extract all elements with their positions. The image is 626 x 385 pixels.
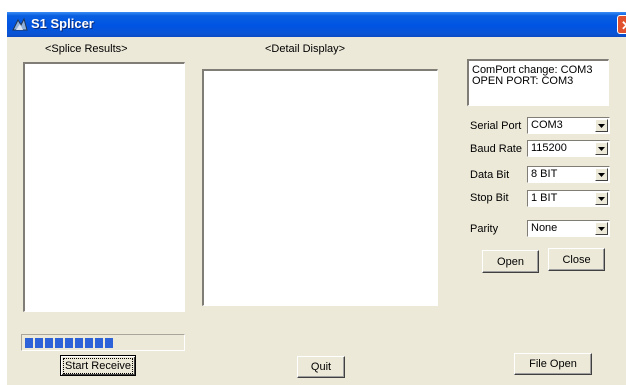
parity-label: Parity [470,223,499,235]
chevron-down-icon [598,124,605,128]
status-line: OPEN PORT: COM3 [472,75,574,87]
progress-segment [45,338,53,348]
baud-rate-select[interactable]: 115200 [527,140,610,157]
stop-bit-select[interactable]: 1 BIT [527,190,610,207]
serial-port-label: Serial Port [470,120,522,132]
data-bit-dropdown-button[interactable] [595,168,608,181]
chevron-down-icon [598,147,605,151]
serial-port-dropdown-button[interactable] [595,119,608,132]
data-bit-label: Data Bit [470,169,510,181]
parity-value: None [531,222,558,234]
parity-select[interactable]: None [527,220,610,237]
window-title: S1 Splicer [31,16,94,31]
splice-results-label: <Splice Results> [45,43,128,55]
start-receive-button[interactable]: Start Receive [60,355,136,376]
file-open-button[interactable]: File Open [514,353,592,375]
data-bit-value: 8 BIT [531,168,558,180]
progress-segment [55,338,63,348]
open-port-button[interactable]: Open [482,250,539,273]
progress-segment [95,338,103,348]
progress-segment [75,338,83,348]
close-window-button[interactable]: ✕ [617,15,626,34]
progress-segment [105,338,113,348]
parity-dropdown-button[interactable] [595,222,608,235]
stop-bit-label: Stop Bit [470,192,509,204]
chevron-down-icon [598,227,605,231]
stop-bit-value: 1 BIT [531,192,558,204]
progress-segment [85,338,93,348]
detail-display-label: <Detail Display> [265,43,346,55]
data-bit-select[interactable]: 8 BIT [527,166,610,183]
close-port-button[interactable]: Close [548,248,605,271]
stop-bit-dropdown-button[interactable] [595,192,608,205]
receive-progress-bar [21,334,185,351]
splice-results-list[interactable] [23,62,185,312]
detail-display-area[interactable] [202,69,438,306]
baud-rate-label: Baud Rate [470,143,522,155]
baud-rate-value: 115200 [531,142,567,154]
title-bar[interactable]: S1 Splicer [7,12,626,37]
quit-button[interactable]: Quit [297,356,345,378]
close-icon: ✕ [621,18,626,33]
splicer-app-icon [12,17,28,31]
progress-segment [35,338,43,348]
progress-segment [65,338,73,348]
baud-rate-dropdown-button[interactable] [595,142,608,155]
status-log-box[interactable]: ComPort change: COM3 OPEN PORT: COM3 [467,59,609,106]
start-receive-label: Start Receive [62,357,134,374]
serial-port-value: COM3 [531,119,563,131]
chevron-down-icon [598,197,605,201]
chevron-down-icon [598,173,605,177]
progress-fill [25,338,115,348]
app-window: S1 Splicer ✕ <Splice Results> <Detail Di… [7,12,626,385]
progress-segment [25,338,33,348]
serial-port-select[interactable]: COM3 [527,117,610,134]
